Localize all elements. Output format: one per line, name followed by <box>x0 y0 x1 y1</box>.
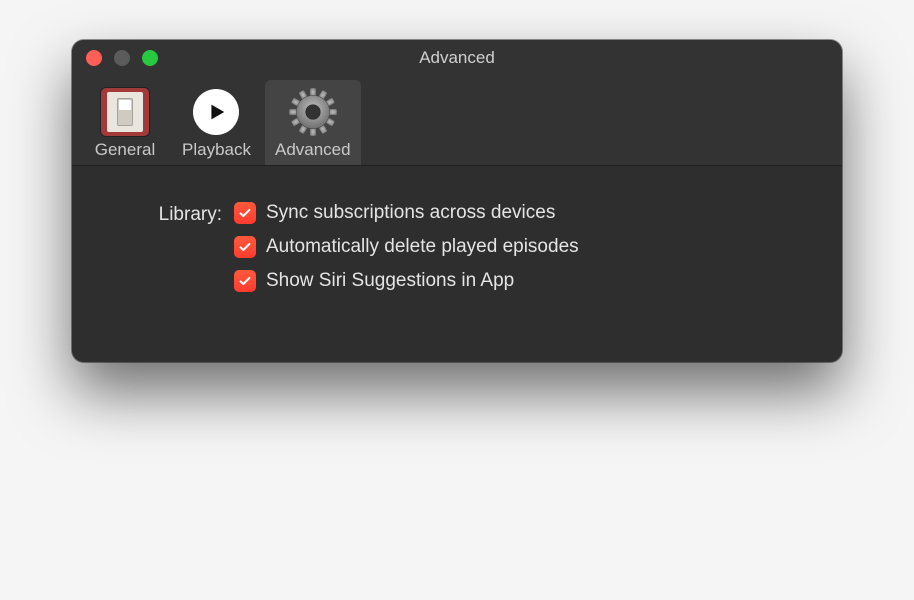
option-siri-suggestions[interactable]: Show Siri Suggestions in App <box>234 270 812 292</box>
option-sync-subscriptions[interactable]: Sync subscriptions across devices <box>234 202 812 224</box>
checkbox-auto-delete[interactable] <box>234 236 256 258</box>
close-window-button[interactable] <box>86 50 102 66</box>
minimize-window-button[interactable] <box>114 50 130 66</box>
checkbox-sync[interactable] <box>234 202 256 224</box>
window-controls <box>86 50 158 66</box>
tab-playback[interactable]: Playback <box>172 80 261 165</box>
preferences-window: Advanced General Playback <box>72 40 842 362</box>
tab-advanced-label: Advanced <box>275 140 351 160</box>
option-sync-label: Sync subscriptions across devices <box>266 202 555 224</box>
tab-advanced[interactable]: Advanced <box>265 80 361 165</box>
gear-icon <box>287 86 339 138</box>
option-auto-delete[interactable]: Automatically delete played episodes <box>234 236 812 258</box>
option-auto-delete-label: Automatically delete played episodes <box>266 236 579 258</box>
tab-general[interactable]: General <box>82 80 168 165</box>
option-siri-label: Show Siri Suggestions in App <box>266 270 514 292</box>
content-area: Library: Sync subscriptions across devic… <box>72 166 842 362</box>
general-icon <box>99 86 151 138</box>
tab-playback-label: Playback <box>182 140 251 160</box>
playback-icon <box>190 86 242 138</box>
tab-general-label: General <box>95 140 155 160</box>
checkbox-siri[interactable] <box>234 270 256 292</box>
library-section-label: Library: <box>102 202 222 226</box>
titlebar: Advanced <box>72 40 842 76</box>
preferences-toolbar: General Playback <box>72 76 842 166</box>
window-title: Advanced <box>419 48 495 68</box>
zoom-window-button[interactable] <box>142 50 158 66</box>
